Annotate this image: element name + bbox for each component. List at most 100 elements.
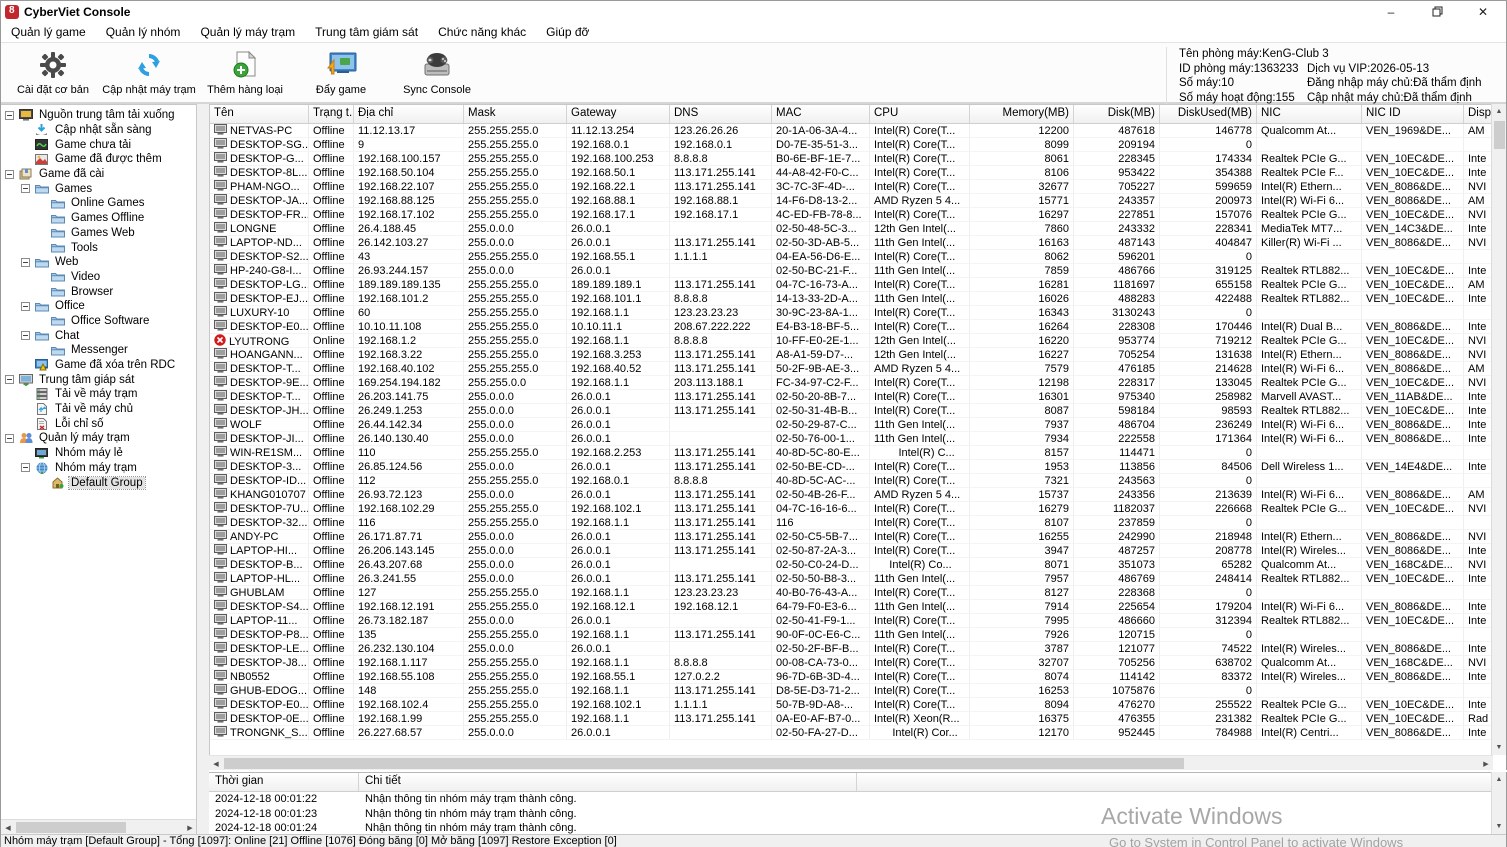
- table-row[interactable]: GHUB-EDOG...Offline148255.255.255.0192.1…: [210, 684, 1493, 698]
- table-row[interactable]: DESKTOP-E0...Offline10.10.11.108255.255.…: [210, 320, 1493, 334]
- table-row[interactable]: LYUTRONGOnline192.168.1.2255.255.255.019…: [210, 334, 1493, 348]
- sidebar-item-games-offline[interactable]: Games Offline: [1, 211, 196, 226]
- column-header-nic[interactable]: NIC: [1257, 105, 1362, 123]
- log-row[interactable]: 2024-12-18 00:01:24Nhận thông tin nhóm m…: [209, 821, 1493, 834]
- sidebar-item-tools[interactable]: Tools: [1, 240, 196, 255]
- sidebar-item-game-c-th-m[interactable]: Game đã được thêm: [1, 152, 196, 167]
- column-header--a-ch-[interactable]: Địa chỉ: [354, 105, 464, 123]
- table-row[interactable]: LUXURY-10Offline60255.255.255.0192.168.1…: [210, 306, 1493, 320]
- table-row[interactable]: TRONGNK_S...Offline26.227.68.57255.0.0.0…: [210, 726, 1493, 740]
- table-row[interactable]: DESKTOP-G...Offline192.168.100.157255.25…: [210, 152, 1493, 166]
- menu-item-5[interactable]: Chức năng khác: [428, 23, 536, 41]
- table-row[interactable]: DESKTOP-3...Offline26.85.124.56255.0.0.0…: [210, 460, 1493, 474]
- table-row[interactable]: DESKTOP-JI...Offline26.140.130.40255.0.0…: [210, 432, 1493, 446]
- menu-item-6[interactable]: Giúp đỡ: [536, 23, 599, 41]
- table-row[interactable]: DESKTOP-P8...Offline135255.255.255.0192.…: [210, 628, 1493, 642]
- column-header-t-n[interactable]: Tên: [210, 105, 309, 123]
- close-button[interactable]: ✕: [1460, 1, 1506, 22]
- table-row[interactable]: DESKTOP-B...Offline26.43.207.68255.0.0.0…: [210, 558, 1493, 572]
- table-row[interactable]: ANDY-PCOffline26.171.87.71255.0.0.026.0.…: [210, 530, 1493, 544]
- collapse-toggle-icon[interactable]: [21, 258, 30, 267]
- table-row[interactable]: PHAM-NGO...Offline192.168.22.107255.255.…: [210, 180, 1493, 194]
- table-row[interactable]: DESKTOP-E0...Offline192.168.102.4255.255…: [210, 698, 1493, 712]
- sidebar-item-c-p-nh-t-s-n-s-ng[interactable]: Cập nhật sẵn sàng: [1, 123, 196, 138]
- sidebar-item-game-ch-a-t-i[interactable]: Game chưa tải: [1, 137, 196, 152]
- table-row[interactable]: DESKTOP-FR...Offline192.168.17.102255.25…: [210, 208, 1493, 222]
- sidebar-item-web[interactable]: Web: [1, 255, 196, 270]
- column-header-mac[interactable]: MAC: [772, 105, 870, 123]
- sidebar-item-l-i-ch-s-[interactable]: Lỗi chỉ số: [1, 416, 196, 431]
- table-row[interactable]: LAPTOP-ND...Offline26.142.103.27255.0.0.…: [210, 236, 1493, 250]
- restore-button[interactable]: [1414, 1, 1460, 22]
- c-p-nh-t-m-y-tr-m-button[interactable]: Cập nhật máy trạm: [101, 45, 197, 101]
- log-column-header-2[interactable]: Chi tiết: [359, 773, 857, 791]
- table-row[interactable]: HOANGANN...Offline192.168.3.22255.255.25…: [210, 348, 1493, 362]
- table-row[interactable]: LAPTOP-HI...Offline26.206.143.145255.0.0…: [210, 544, 1493, 558]
- sidebar-item-messenger[interactable]: Messenger: [1, 343, 196, 358]
- sidebar-item-online-games[interactable]: Online Games: [1, 196, 196, 211]
- column-header-gateway[interactable]: Gateway: [567, 105, 670, 123]
- column-header-disk-mb-[interactable]: Disk(MB): [1074, 105, 1160, 123]
- log-vertical-scrollbar[interactable]: ▲ ▼: [1491, 772, 1506, 834]
- sidebar-item-chat[interactable]: Chat: [1, 328, 196, 343]
- sync-console-button[interactable]: Sync Console: [389, 45, 485, 101]
- table-row[interactable]: DESKTOP-SG...Offline9255.255.255.0192.16…: [210, 138, 1493, 152]
- log-column-header-1[interactable]: Thời gian: [209, 773, 359, 791]
- minimize-button[interactable]: –: [1368, 1, 1414, 22]
- sidebar-item-qu-n-l-m-y-tr-m[interactable]: Quản lý máy trạm: [1, 431, 196, 446]
- table-row[interactable]: DESKTOP-T...Offline26.203.141.75255.0.0.…: [210, 390, 1493, 404]
- table-row[interactable]: DESKTOP-EJ...Offline192.168.101.2255.255…: [210, 292, 1493, 306]
- table-row[interactable]: DESKTOP-LE...Offline26.232.130.104255.0.…: [210, 642, 1493, 656]
- sidebar-item-t-i-v-m-y-tr-m[interactable]: Tải về máy trạm: [1, 387, 196, 402]
- column-header-nic-id[interactable]: NIC ID: [1362, 105, 1464, 123]
- table-row[interactable]: LAPTOP-11...Offline26.73.182.187255.0.0.…: [210, 614, 1493, 628]
- sidebar-item-nh-m-m-y-l-[interactable]: Nhóm máy lẻ: [1, 446, 196, 461]
- table-row[interactable]: NETVAS-PCOffline11.12.13.17255.255.255.0…: [210, 124, 1493, 138]
- collapse-toggle-icon[interactable]: [5, 434, 14, 443]
- table-row[interactable]: WOLFOffline26.44.142.34255.0.0.026.0.0.1…: [210, 418, 1493, 432]
- table-row[interactable]: DESKTOP-JA...Offline192.168.88.125255.25…: [210, 194, 1493, 208]
- table-row[interactable]: DESKTOP-9E...Offline169.254.194.182255.2…: [210, 376, 1493, 390]
- sidebar-item-nh-m-m-y-tr-m[interactable]: Nhóm máy trạm: [1, 461, 196, 476]
- sidebar-item-games[interactable]: Games: [1, 181, 196, 196]
- sidebar-item-video[interactable]: Video: [1, 270, 196, 285]
- menu-item-1[interactable]: Quản lý game: [1, 23, 96, 41]
- sidebar-item-office-software[interactable]: Office Software: [1, 314, 196, 329]
- menu-item-2[interactable]: Quản lý nhóm: [96, 23, 191, 41]
- menu-item-3[interactable]: Quản lý máy trạm: [190, 23, 305, 41]
- column-header-dns[interactable]: DNS: [670, 105, 772, 123]
- table-row[interactable]: DESKTOP-T...Offline192.168.40.102255.255…: [210, 362, 1493, 376]
- menu-item-4[interactable]: Trung tâm giám sát: [305, 23, 428, 41]
- collapse-toggle-icon[interactable]: [21, 463, 30, 472]
- table-row[interactable]: DESKTOP-0E...Offline192.168.1.99255.255.…: [210, 712, 1493, 726]
- table-row[interactable]: DESKTOP-LG...Offline189.189.189.135255.2…: [210, 278, 1493, 292]
- column-header-disp[interactable]: Disp: [1464, 105, 1493, 123]
- column-header-mask[interactable]: Mask: [464, 105, 567, 123]
- table-row[interactable]: LAPTOP-HL...Offline26.3.241.55255.0.0.02…: [210, 572, 1493, 586]
- table-row[interactable]: DESKTOP-S2...Offline43255.255.255.0192.1…: [210, 250, 1493, 264]
- sidebar-item-games-web[interactable]: Games Web: [1, 226, 196, 241]
- table-row[interactable]: LONGNEOffline26.4.188.45255.0.0.026.0.0.…: [210, 222, 1493, 236]
- table-row[interactable]: DESKTOP-JH...Offline26.249.1.253255.0.0.…: [210, 404, 1493, 418]
- collapse-toggle-icon[interactable]: [5, 111, 14, 120]
- sidebar-item-office[interactable]: Office: [1, 299, 196, 314]
- sidebar-item-browser[interactable]: Browser: [1, 284, 196, 299]
- -y-game-button[interactable]: Đẩy game: [293, 45, 389, 101]
- sidebar-horizontal-scrollbar[interactable]: ◀ ▶: [1, 819, 197, 834]
- table-row[interactable]: DESKTOP-7U...Offline192.168.102.29255.25…: [210, 502, 1493, 516]
- column-header-cpu[interactable]: CPU: [870, 105, 970, 123]
- log-row[interactable]: 2024-12-18 00:01:22Nhận thông tin nhóm m…: [209, 792, 1493, 807]
- panel-splitter[interactable]: [197, 104, 209, 834]
- table-vertical-scrollbar[interactable]: ▲ ▼: [1491, 104, 1506, 755]
- collapse-toggle-icon[interactable]: [21, 302, 30, 311]
- column-header-memory-mb-[interactable]: Memory(MB): [970, 105, 1074, 123]
- collapse-toggle-icon[interactable]: [5, 375, 14, 384]
- table-row[interactable]: GHUBLAMOffline127255.255.255.0192.168.1.…: [210, 586, 1493, 600]
- table-row[interactable]: DESKTOP-8L...Offline192.168.50.104255.25…: [210, 166, 1493, 180]
- sidebar-item-ngu-n-trung-t-m-t-i-xu-ng[interactable]: Nguồn trung tâm tải xuống: [1, 108, 196, 123]
- th-m-h-ng-lo-i-button[interactable]: Thêm hàng loại: [197, 45, 293, 101]
- table-row[interactable]: DESKTOP-J8...Offline192.168.1.117255.255…: [210, 656, 1493, 670]
- collapse-toggle-icon[interactable]: [21, 184, 30, 193]
- log-row[interactable]: 2024-12-18 00:01:23Nhận thông tin nhóm m…: [209, 807, 1493, 822]
- sidebar-item-default-group[interactable]: Default Group: [1, 475, 196, 490]
